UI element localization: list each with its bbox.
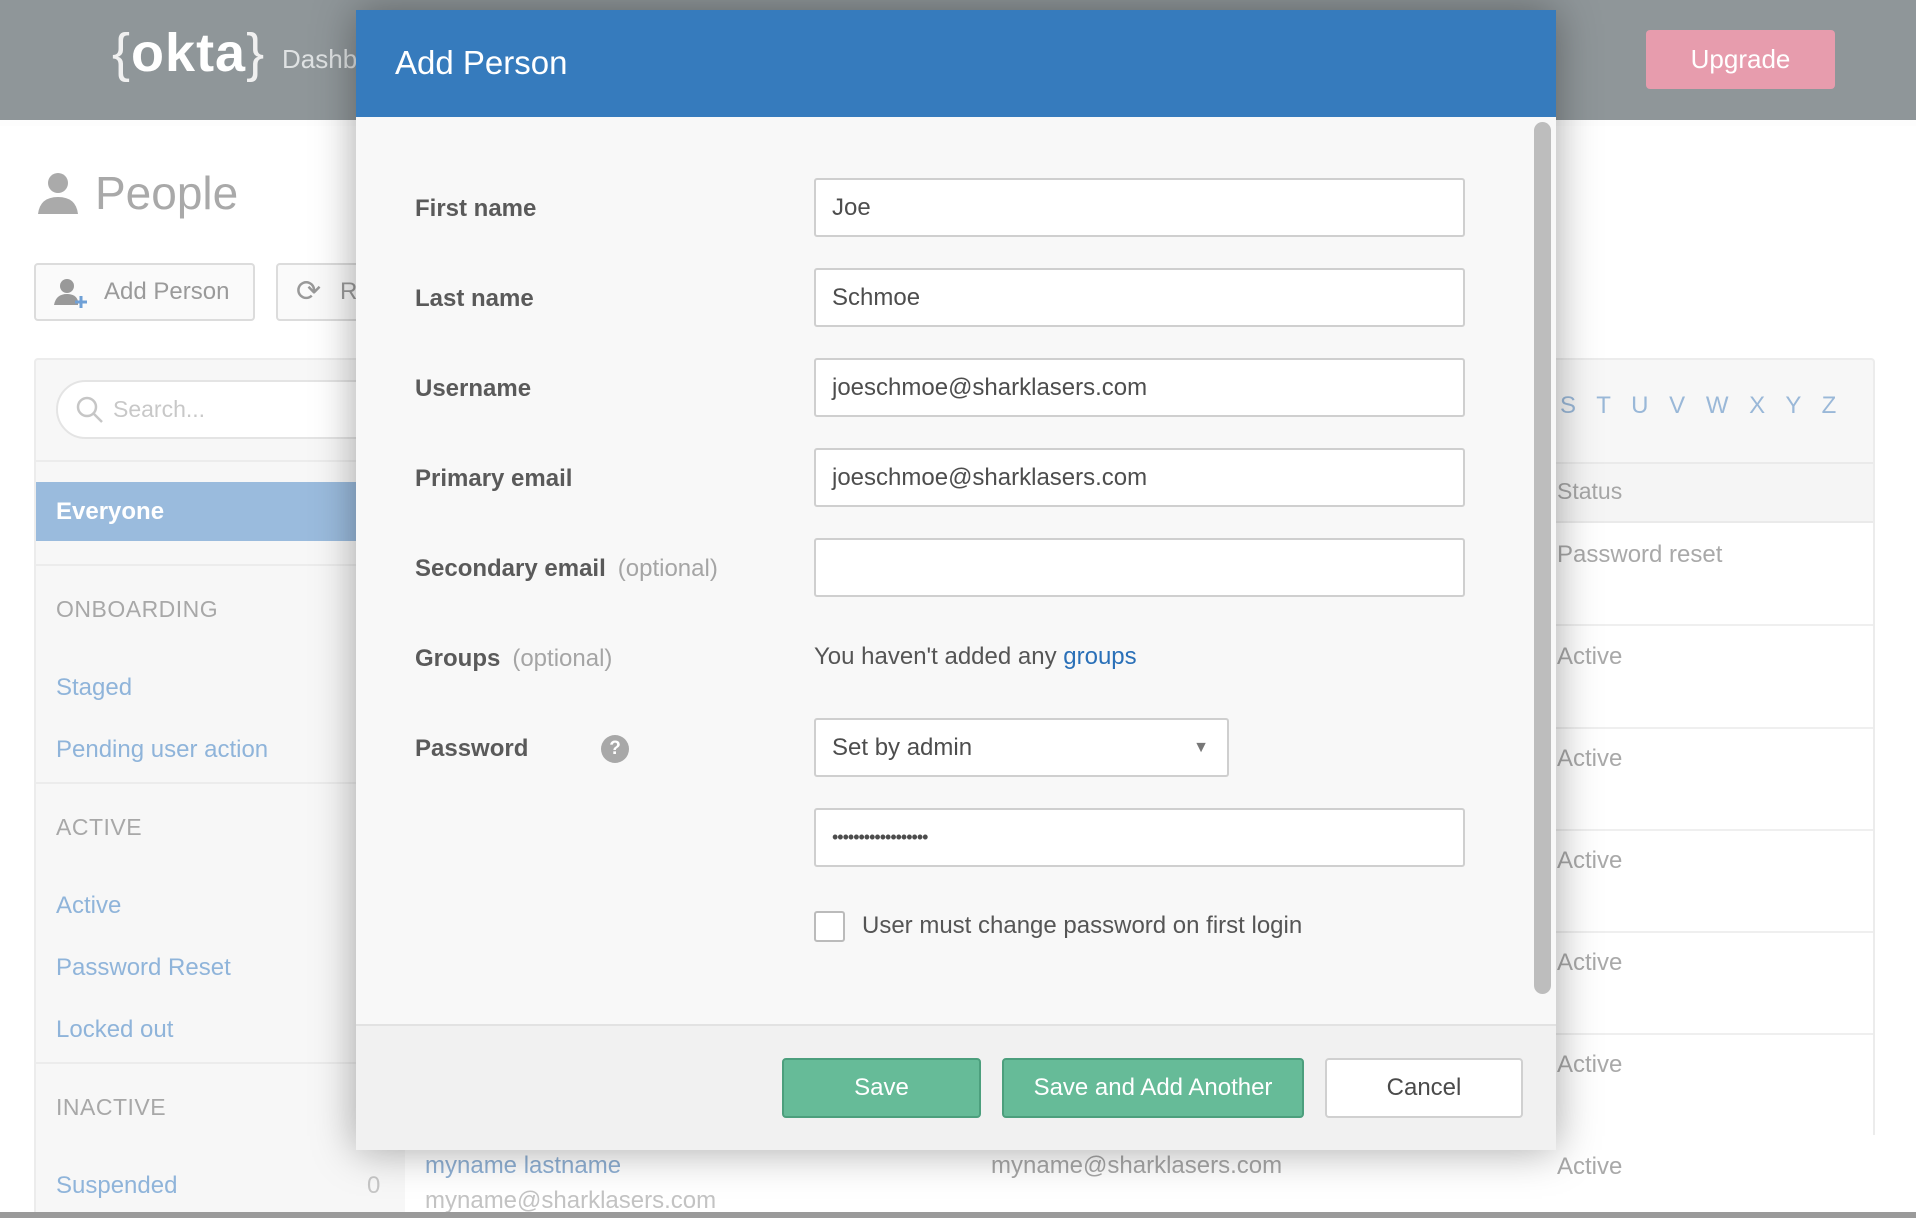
sidebar-item-pending[interactable]: Pending user action [56,736,268,764]
username-label: Username [415,375,532,402]
groups-text: You haven't added any groups [814,643,1137,670]
okta-logo[interactable]: {okta} [112,22,265,84]
status-cell: Password reset [1557,541,1723,568]
section-inactive: INACTIVE [56,1094,167,1120]
window-bottom-edge [0,1212,1916,1218]
search-icon [76,396,103,423]
sidebar-item-active[interactable]: Active [56,892,121,920]
user-username: myname@sharklasers.com [425,1187,717,1214]
add-person-label: Add Person [104,278,230,305]
person-icon [38,173,78,214]
sidebar-item-suspended[interactable]: Suspended [56,1172,177,1200]
nav-dashboard[interactable]: Dashb [282,44,357,75]
status-cell: Active [1557,847,1623,874]
suspended-count: 0 [367,1172,381,1199]
sidebar-item-staged[interactable]: Staged [56,674,132,702]
status-cell: Active [1557,643,1623,670]
first-name-input[interactable]: Joe [814,178,1465,237]
dropdown-arrow-icon: ▼ [1193,739,1209,756]
status-cell: Active [1557,1051,1623,1078]
must-change-password-label[interactable]: User must change password on first login [862,912,1302,940]
dialog-header: Add Person [356,10,1556,117]
sidebar-item-password-reset[interactable]: Password Reset [56,954,231,982]
sidebar-item-everyone[interactable]: Everyone [36,482,376,541]
first-name-label: First name [415,195,537,222]
dialog-title: Add Person [395,44,568,81]
alphabet-filter[interactable]: S T U V W X Y Z [1560,392,1836,420]
upgrade-button[interactable]: Upgrade [1646,30,1835,89]
primary-email-label: Primary email [415,465,573,492]
user-name-link[interactable]: myname lastname [425,1152,621,1180]
refresh-label: R [340,278,358,305]
groups-link[interactable]: groups [1063,643,1136,670]
status-column-header[interactable]: Status [1557,478,1622,505]
last-name-label: Last name [415,285,534,312]
section-onboarding: ONBOARDING [56,596,219,622]
scrollbar[interactable] [1534,122,1551,994]
add-person-button[interactable]: Add Person [34,263,255,321]
secondary-email-label: Secondary email (optional) [415,555,718,582]
status-cell: Active [1557,1153,1623,1180]
add-user-icon [54,279,87,308]
add-person-dialog: Add Person First name Joe Last name Schm… [356,10,1556,1150]
optional-hint: (optional) [512,645,613,672]
save-and-add-another-button[interactable]: Save and Add Another [1002,1058,1304,1118]
page-title: People [95,167,239,219]
password-input[interactable]: •••••••••••••••••• [814,808,1465,867]
help-icon[interactable]: ? [601,735,629,763]
optional-hint: (optional) [617,555,718,582]
username-input[interactable]: joeschmoe@sharklasers.com [814,358,1465,417]
password-select[interactable]: Set by admin ▼ [814,718,1229,777]
must-change-password-checkbox[interactable] [814,911,845,942]
secondary-email-input[interactable] [814,538,1465,597]
sidebar-item-locked-out[interactable]: Locked out [56,1016,173,1044]
last-name-input[interactable]: Schmoe [814,268,1465,327]
save-button[interactable]: Save [782,1058,981,1118]
refresh-icon: ⟳ [296,275,322,308]
password-label: Password? [415,735,629,763]
primary-email-input[interactable]: joeschmoe@sharklasers.com [814,448,1465,507]
groups-label: Groups (optional) [415,645,613,672]
status-cell: Active [1557,745,1623,772]
section-active: ACTIVE [56,814,143,840]
cancel-button[interactable]: Cancel [1325,1058,1523,1118]
user-email: myname@sharklasers.com [991,1152,1283,1179]
status-cell: Active [1557,949,1623,976]
